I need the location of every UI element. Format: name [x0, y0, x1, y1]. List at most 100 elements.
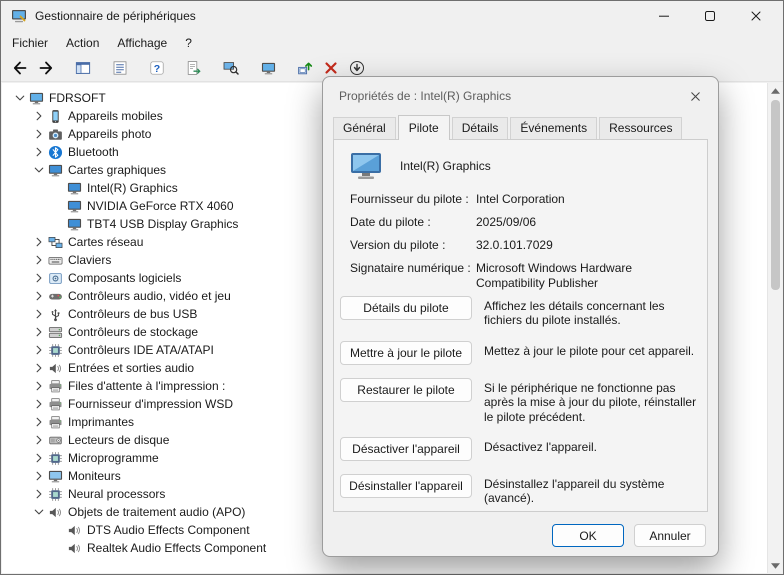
tree-item-label: NVIDIA GeForce RTX 4060 [87, 199, 234, 213]
window-controls [645, 1, 783, 31]
dialog-close-button[interactable] [680, 83, 710, 109]
chevron-down-icon[interactable] [31, 163, 46, 178]
disable-icon [349, 60, 365, 76]
tab-pilote[interactable]: Pilote [398, 115, 450, 140]
vertical-scrollbar[interactable] [767, 83, 782, 573]
tab-ressources[interactable]: Ressources [599, 117, 682, 139]
menu-fichier[interactable]: Fichier [3, 33, 57, 53]
export-list-button[interactable] [181, 56, 207, 80]
field-value: Microsoft Windows Hardware Compatibility… [476, 261, 697, 291]
software-icon [48, 271, 63, 286]
minimize-icon [656, 8, 672, 24]
svg-text:?: ? [154, 63, 160, 75]
chevron-right-icon[interactable] [31, 397, 46, 412]
chevron-right-icon[interactable] [31, 379, 46, 394]
camera-icon [48, 127, 63, 142]
title-bar: Gestionnaire de périphériques [1, 1, 783, 31]
window-title: Gestionnaire de périphériques [35, 9, 196, 23]
maximize-button[interactable] [691, 1, 737, 31]
field-label: Date du pilote : [350, 215, 476, 230]
field-row: Version du pilote :32.0.101.7029 [350, 238, 697, 253]
console-tree-icon [75, 60, 91, 76]
close-icon [688, 89, 703, 104]
field-value: 32.0.101.7029 [476, 238, 697, 253]
details-du-pilote-button[interactable]: Détails du pilote [340, 296, 472, 320]
desactiver-l-appareil-button[interactable]: Désactiver l'appareil [340, 437, 472, 461]
chip-icon [48, 487, 63, 502]
chevron-right-icon[interactable] [31, 127, 46, 142]
help-button[interactable]: ? [144, 56, 170, 80]
tab-evenements[interactable]: Événements [510, 117, 597, 139]
action-description: Désinstallez l'appareil du système (avan… [484, 474, 699, 506]
chevron-down-icon[interactable] [12, 91, 27, 106]
tree-item-label: Appareils mobiles [68, 109, 163, 123]
scan-hardware-changes-button[interactable] [218, 56, 244, 80]
scroll-down-icon [771, 563, 780, 569]
chevron-right-icon[interactable] [31, 325, 46, 340]
chevron-right-icon[interactable] [31, 289, 46, 304]
cancel-button[interactable]: Annuler [634, 524, 706, 547]
chevron-spacer [50, 541, 65, 556]
forward-icon [38, 60, 54, 76]
mettre-a-jour-le-pilote-button[interactable]: Mettre à jour le pilote [340, 341, 472, 365]
display-adapter-icon [67, 217, 82, 232]
chevron-down-icon[interactable] [31, 505, 46, 520]
close-button[interactable] [737, 1, 783, 31]
menu-help[interactable]: ? [176, 33, 201, 53]
tab-general[interactable]: Général [333, 117, 396, 139]
usb-icon [48, 307, 63, 322]
show-console-tree-button[interactable] [70, 56, 96, 80]
tree-item-label: Appareils photo [68, 127, 151, 141]
tree-item-label: Contrôleurs IDE ATA/ATAPI [68, 343, 214, 357]
chevron-right-icon[interactable] [31, 433, 46, 448]
game-audio-icon [48, 289, 63, 304]
scroll-up-icon[interactable] [768, 83, 783, 98]
ok-button[interactable]: OK [552, 524, 624, 547]
menu-action[interactable]: Action [57, 33, 108, 53]
back-icon [12, 60, 28, 76]
tree-item-label: Lecteurs de disque [68, 433, 169, 447]
chevron-right-icon[interactable] [31, 415, 46, 430]
devices-button[interactable] [255, 56, 281, 80]
chevron-right-icon[interactable] [31, 451, 46, 466]
scroll-up-icon [771, 88, 780, 94]
device-header: Intel(R) Graphics [350, 152, 491, 180]
tree-item-label: DTS Audio Effects Component [87, 523, 250, 537]
chevron-right-icon[interactable] [31, 469, 46, 484]
desinstaller-l-appareil-button[interactable]: Désinstaller l'appareil [340, 474, 472, 498]
export-list-icon [186, 60, 202, 76]
display-adapter-icon [350, 152, 384, 180]
chevron-right-icon[interactable] [31, 109, 46, 124]
tree-item-label: Fournisseur d'impression WSD [68, 397, 233, 411]
minimize-button[interactable] [645, 1, 691, 31]
chevron-right-icon[interactable] [31, 307, 46, 322]
chevron-right-icon[interactable] [31, 271, 46, 286]
chevron-right-icon[interactable] [31, 253, 46, 268]
scrollbar-thumb[interactable] [771, 100, 780, 290]
chevron-right-icon[interactable] [31, 343, 46, 358]
menu-affichage[interactable]: Affichage [108, 33, 176, 53]
chevron-right-icon[interactable] [31, 487, 46, 502]
action-description: Désactivez l'appareil. [484, 437, 699, 454]
speaker-icon [67, 541, 82, 556]
network-icon [48, 235, 63, 250]
tab-details[interactable]: Détails [452, 117, 509, 139]
update-driver-button[interactable] [292, 56, 318, 80]
tree-item-label: Objets de traitement audio (APO) [68, 505, 245, 519]
forward-button[interactable] [33, 56, 59, 80]
restaurer-le-pilote-button[interactable]: Restaurer le pilote [340, 378, 472, 402]
printer-icon [48, 397, 63, 412]
chevron-right-icon[interactable] [31, 361, 46, 376]
device-manager-icon [11, 8, 27, 24]
tree-item-label: Intel(R) Graphics [87, 181, 178, 195]
properties-button[interactable] [107, 56, 133, 80]
tree-item-label: Moniteurs [68, 469, 121, 483]
properties-dialog: Propriétés de : Intel(R) Graphics Généra… [322, 76, 719, 557]
tree-item-label: TBT4 USB Display Graphics [87, 217, 238, 231]
tree-item-label: Cartes réseau [68, 235, 143, 249]
tree-item-label: Claviers [68, 253, 111, 267]
chevron-right-icon[interactable] [31, 235, 46, 250]
back-button[interactable] [7, 56, 33, 80]
chevron-right-icon[interactable] [31, 145, 46, 160]
scroll-down-icon[interactable] [768, 558, 783, 573]
